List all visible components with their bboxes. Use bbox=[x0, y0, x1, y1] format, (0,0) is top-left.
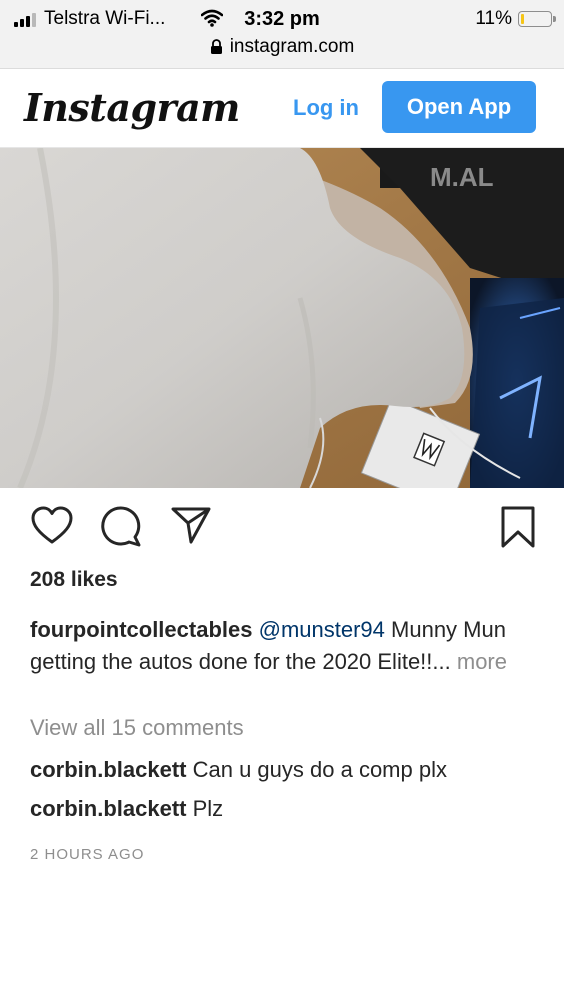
address-bar[interactable]: instagram.com bbox=[0, 36, 564, 58]
battery-icon bbox=[518, 11, 556, 27]
status-bar: Telstra Wi-Fi... 3:32 pm 11% instagram.c… bbox=[0, 0, 564, 69]
instagram-header: Instagram Log in Open App bbox=[0, 69, 564, 148]
instagram-logo[interactable]: Instagram bbox=[24, 85, 240, 130]
post-actions bbox=[0, 505, 564, 555]
view-all-comments-link[interactable]: View all 15 comments bbox=[30, 715, 244, 741]
comment-item: corbin.blackett Plz bbox=[30, 796, 223, 822]
comment-username[interactable]: corbin.blackett bbox=[30, 757, 186, 782]
battery-percent: 11% bbox=[475, 8, 512, 29]
caption-mention[interactable]: @munster94 bbox=[259, 617, 385, 642]
open-app-button[interactable]: Open App bbox=[382, 81, 536, 133]
post-photo-image: M.AL bbox=[0, 148, 564, 488]
battery-status: 11% bbox=[475, 8, 556, 30]
comment-username[interactable]: corbin.blackett bbox=[30, 796, 186, 821]
caption-username[interactable]: fourpointcollectables bbox=[30, 617, 252, 642]
url-text: instagram.com bbox=[229, 36, 355, 57]
lock-icon bbox=[210, 39, 222, 54]
post-timestamp: 2 HOURS AGO bbox=[30, 846, 145, 863]
share-icon[interactable] bbox=[170, 505, 212, 545]
battery-fill bbox=[521, 14, 524, 24]
heart-icon[interactable] bbox=[30, 505, 74, 545]
likes-count[interactable]: 208 likes bbox=[30, 568, 118, 592]
login-link[interactable]: Log in bbox=[293, 95, 359, 121]
post-caption: fourpointcollectables @munster94 Munny M… bbox=[30, 614, 530, 678]
comment-text: Can u guys do a comp plx bbox=[192, 757, 447, 782]
comment-item: corbin.blackett Can u guys do a comp plx bbox=[30, 757, 447, 783]
comment-text: Plz bbox=[192, 796, 224, 821]
post-photo[interactable]: M.AL bbox=[0, 148, 564, 488]
bookmark-icon[interactable] bbox=[498, 505, 538, 549]
caption-more-link[interactable]: more bbox=[457, 649, 507, 674]
photo-text: M.AL bbox=[430, 162, 494, 192]
comment-icon[interactable] bbox=[99, 505, 143, 547]
